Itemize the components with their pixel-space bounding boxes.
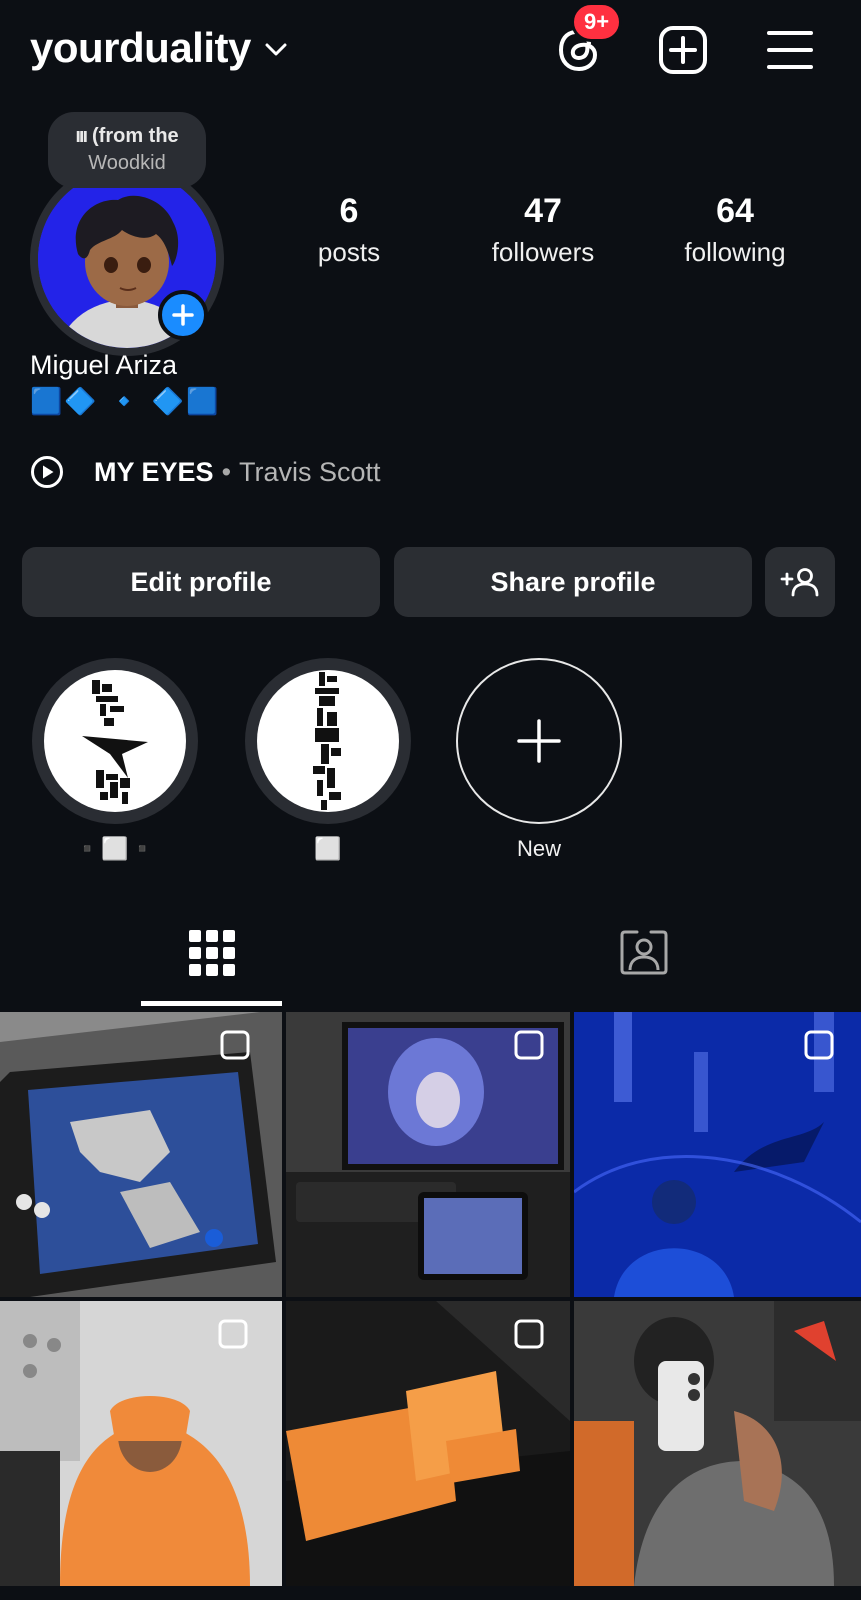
audio-bars-icon: ııı: [75, 125, 88, 147]
add-story-button[interactable]: [158, 290, 208, 340]
stat-value: 64: [716, 192, 754, 230]
highlight-cover: [44, 670, 186, 812]
tagged-person-icon: [620, 930, 667, 975]
tab-posts-grid[interactable]: [141, 920, 282, 1008]
highlight-cover-ring: [32, 658, 198, 824]
post-thumbnail[interactable]: [574, 1012, 861, 1297]
highlight-cover: [257, 670, 399, 812]
highlight-label: ⬜: [314, 836, 342, 861]
account-switcher[interactable]: yourduality: [30, 24, 287, 72]
post-thumbnail[interactable]: [574, 1301, 861, 1586]
menu-icon[interactable]: [764, 24, 816, 76]
username-label: yourduality: [30, 24, 251, 71]
profile-bio: 🟦🔷 🔹 🔷🟦: [30, 386, 221, 416]
play-icon: [31, 456, 63, 488]
grid-icon: [188, 930, 235, 976]
note-line1: (from the: [92, 125, 179, 147]
top-bar: yourduality 9+: [0, 0, 861, 100]
highlight-cover-ring: [245, 658, 411, 824]
new-highlight-button[interactable]: New: [454, 658, 624, 862]
add-person-icon: [780, 568, 819, 597]
edit-profile-button[interactable]: Edit profile: [22, 547, 380, 617]
stat-label: following: [684, 237, 786, 267]
create-post-icon[interactable]: [657, 24, 709, 76]
song-artist: Travis Scott: [239, 456, 381, 487]
highlight-label: New: [516, 836, 561, 861]
chevron-down-icon: [265, 43, 287, 56]
plus-icon: [172, 304, 194, 326]
post-thumbnail[interactable]: [0, 1301, 282, 1586]
stat-label: posts: [317, 237, 381, 267]
post-thumbnail[interactable]: [286, 1301, 570, 1586]
profile-name: Miguel Ariza: [30, 350, 178, 380]
active-tab-indicator: [141, 1001, 282, 1006]
stat-following[interactable]: 64 following: [650, 192, 820, 268]
notification-badge: 9+: [571, 2, 623, 42]
music-separator: •: [221, 456, 232, 487]
plus-icon: [517, 719, 561, 763]
stat-value: 47: [524, 192, 562, 230]
stat-value: 6: [339, 192, 359, 230]
posts-grid: [0, 1012, 861, 1586]
stat-followers[interactable]: 47 followers: [458, 192, 628, 268]
post-thumbnail[interactable]: [286, 1012, 570, 1297]
stat-posts[interactable]: 6 posts: [264, 192, 434, 268]
song-title: MY EYES: [94, 456, 214, 487]
highlight-item[interactable]: ▪️⬜▪️: [30, 658, 200, 862]
share-profile-button[interactable]: Share profile: [394, 547, 752, 617]
discover-people-button[interactable]: [765, 547, 835, 617]
tab-tagged[interactable]: [573, 920, 714, 1008]
post-thumbnail[interactable]: [0, 1012, 282, 1297]
stat-label: followers: [491, 237, 595, 267]
profile-music[interactable]: MY EYES • Travis Scott: [30, 455, 381, 489]
note-line2: Woodkid: [88, 152, 166, 174]
new-highlight-ring: [456, 658, 622, 824]
highlight-label: ▪️⬜▪️: [73, 836, 157, 861]
highlight-item[interactable]: ⬜: [243, 658, 413, 862]
note-bubble[interactable]: ııı (from the Woodkid: [48, 112, 206, 188]
